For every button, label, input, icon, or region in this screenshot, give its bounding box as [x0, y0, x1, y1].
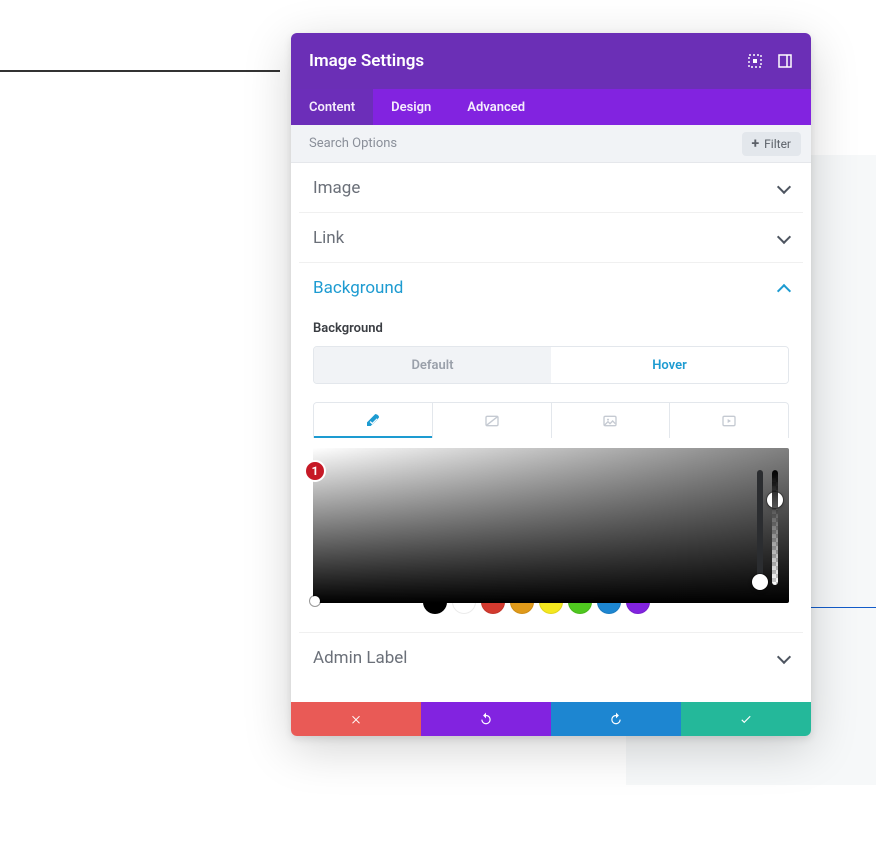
page-divider	[0, 70, 280, 72]
section-background-content: Background Default Hover	[299, 321, 803, 632]
color-picker[interactable]: 1 rgba(0,0,0,0.65)	[313, 448, 789, 614]
alpha-thumb[interactable]	[767, 492, 783, 508]
search-bar: Search Options + Filter	[291, 125, 811, 163]
section-link-title: Link	[313, 228, 777, 248]
section-link[interactable]: Link	[299, 213, 803, 263]
chevron-down-icon	[777, 232, 789, 244]
bg-type-color[interactable]	[314, 403, 432, 438]
annotation-badge: 1	[304, 460, 326, 482]
saturation-field[interactable]	[313, 448, 789, 603]
undo-button[interactable]	[421, 702, 551, 736]
filter-button[interactable]: + Filter	[742, 132, 801, 156]
background-field-label: Background	[313, 321, 789, 336]
search-input[interactable]: Search Options	[309, 136, 742, 151]
section-background-title: Background	[313, 278, 777, 298]
tab-content[interactable]: Content	[291, 89, 373, 125]
tab-advanced[interactable]: Advanced	[449, 89, 543, 125]
modal-footer	[291, 702, 811, 736]
alpha-slider[interactable]	[772, 470, 778, 585]
section-background[interactable]: Background	[299, 263, 803, 313]
state-default[interactable]: Default	[314, 347, 551, 383]
section-admin-label[interactable]: Admin Label	[299, 632, 803, 682]
modal-header: Image Settings	[291, 33, 811, 89]
chevron-up-icon	[777, 282, 789, 294]
expand-icon[interactable]	[747, 53, 763, 69]
saturation-pointer[interactable]	[310, 596, 320, 606]
filter-label: Filter	[764, 137, 791, 151]
modal-tabs: Content Design Advanced	[291, 89, 811, 125]
cancel-button[interactable]	[291, 702, 421, 736]
state-hover[interactable]: Hover	[551, 347, 788, 383]
section-image-title: Image	[313, 178, 777, 198]
redo-button[interactable]	[551, 702, 681, 736]
plus-icon: +	[752, 137, 760, 151]
bg-type-image[interactable]	[551, 403, 670, 438]
bg-type-video[interactable]	[669, 403, 788, 438]
hue-thumb[interactable]	[752, 574, 768, 590]
save-button[interactable]	[681, 702, 811, 736]
background-type-tabs	[313, 402, 789, 438]
modal-title: Image Settings	[309, 51, 733, 71]
panel-toggle-icon[interactable]	[777, 53, 793, 69]
section-image[interactable]: Image	[299, 163, 803, 213]
hue-slider[interactable]	[757, 470, 763, 585]
tab-design[interactable]: Design	[373, 89, 449, 125]
image-settings-modal: Image Settings Content Design Advanced S…	[291, 33, 811, 736]
section-admin-label-title: Admin Label	[313, 648, 777, 668]
state-segmented: Default Hover	[313, 346, 789, 384]
chevron-down-icon	[777, 652, 789, 664]
bg-type-gradient[interactable]	[432, 403, 551, 438]
chevron-down-icon	[777, 182, 789, 194]
